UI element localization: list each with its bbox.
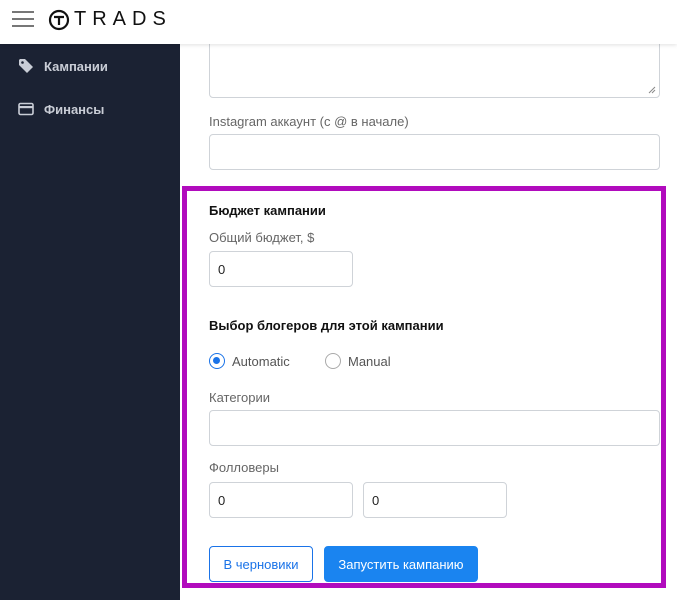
tag-icon: [19, 59, 33, 73]
logo-text: TRADS: [74, 8, 172, 30]
instagram-input[interactable]: [209, 134, 660, 170]
categories-label: Категории: [209, 390, 270, 405]
main-content: Instagram аккаунт (с @ в начале) Бюджет …: [180, 44, 677, 600]
radio-circle: [325, 353, 341, 369]
credit-card-icon: [18, 102, 34, 116]
resize-grip-icon[interactable]: [648, 86, 656, 94]
sidebar-item-campaigns[interactable]: Кампании: [18, 55, 108, 77]
bloggers-section-title: Выбор блогеров для этой кампании: [209, 318, 444, 333]
followers-min-input[interactable]: 0: [209, 482, 353, 518]
sidebar: Кампании Финансы: [0, 44, 180, 600]
hamburger-menu-icon[interactable]: [12, 11, 36, 31]
sidebar-item-label: Кампании: [44, 58, 108, 74]
logo-icon: [48, 9, 70, 31]
sidebar-item-finances[interactable]: Финансы: [18, 98, 104, 120]
categories-input[interactable]: [209, 410, 660, 446]
radio-automatic[interactable]: Automatic: [209, 353, 290, 369]
total-budget-input[interactable]: 0: [209, 251, 353, 287]
total-budget-label: Общий бюджет, $: [209, 230, 315, 245]
budget-section-title: Бюджет кампании: [209, 203, 326, 218]
radio-manual[interactable]: Manual: [325, 353, 391, 369]
save-draft-button[interactable]: В черновики: [209, 546, 313, 582]
launch-campaign-button[interactable]: Запустить кампанию: [324, 546, 478, 582]
radio-label: Manual: [348, 353, 391, 369]
instagram-label: Instagram аккаунт (с @ в начале): [209, 114, 409, 129]
followers-label: Фолловеры: [209, 460, 279, 475]
radio-label: Automatic: [232, 353, 290, 369]
top-bar: TRADS: [0, 0, 677, 44]
highlight-frame: [182, 186, 666, 588]
sidebar-item-label: Финансы: [44, 101, 105, 117]
radio-circle: [209, 353, 225, 369]
description-textarea[interactable]: [209, 44, 660, 98]
followers-max-input[interactable]: 0: [363, 482, 507, 518]
